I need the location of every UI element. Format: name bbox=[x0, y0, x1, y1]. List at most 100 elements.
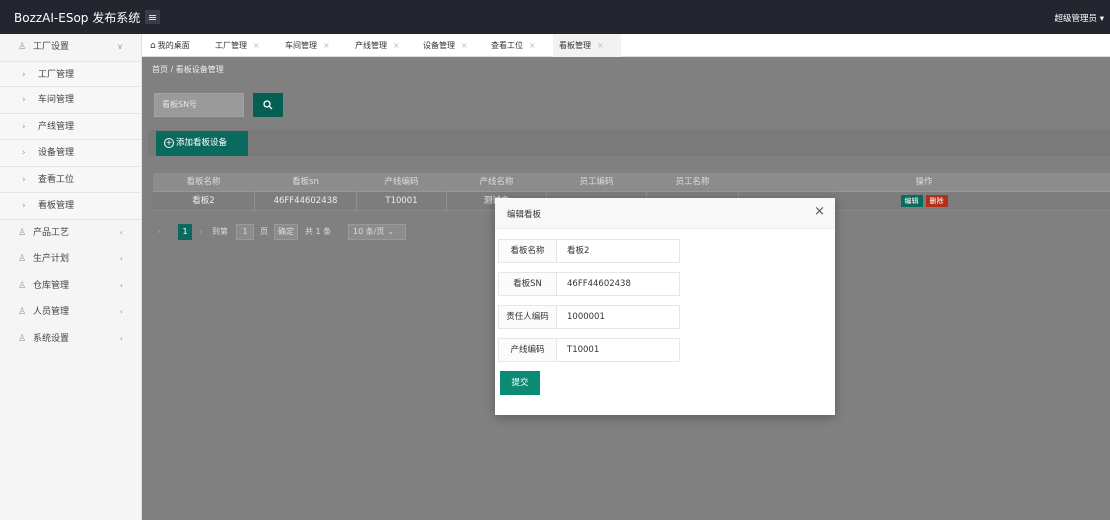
page-current[interactable]: 1 bbox=[178, 224, 192, 240]
line-code-input[interactable]: T10001 bbox=[557, 338, 680, 362]
submit-button[interactable]: 提交 bbox=[500, 371, 540, 395]
tab-workshop[interactable]: 车间管理 × bbox=[279, 34, 336, 57]
tab-station[interactable]: 查看工位 × bbox=[485, 34, 542, 57]
chevron-left-icon: ‹ bbox=[119, 333, 123, 343]
tab-label: 车间管理 bbox=[285, 41, 317, 50]
tab-label: 看板管理 bbox=[559, 41, 591, 50]
chevron-right-icon: › bbox=[22, 121, 26, 132]
sidebar-group-label: 产品工艺 bbox=[33, 227, 70, 238]
chevron-right-icon: › bbox=[22, 174, 26, 185]
sidebar-item-label: 看板管理 bbox=[38, 201, 75, 211]
goto-confirm-button[interactable]: 确定 bbox=[274, 224, 298, 240]
field-label: 看板名称 bbox=[498, 239, 557, 263]
user-icon: ♙ bbox=[18, 42, 27, 52]
chevron-down-icon: ∨ bbox=[117, 42, 123, 51]
table-header: 看板名称 看板sn 产线编码 产线名称 员工编码 员工名称 操作 bbox=[153, 173, 1110, 192]
tab-factory[interactable]: 工厂管理 × bbox=[209, 34, 266, 57]
column-header: 产线名称 bbox=[447, 173, 547, 192]
field-label: 产线编码 bbox=[498, 338, 557, 362]
chevron-down-icon: ⌄ bbox=[387, 227, 395, 236]
sidebar-group-production-plan[interactable]: ♙ 生产计划 ‹ bbox=[0, 246, 141, 273]
user-menu[interactable]: 超级管理员 ▾ bbox=[1055, 12, 1104, 24]
user-icon: ♙ bbox=[18, 227, 27, 238]
tab-bar: ⌂ 我的桌面 工厂管理 × 车间管理 × 产线管理 × 设备管理 × 查看工位 × 看板管理… bbox=[142, 34, 1110, 57]
add-board-button[interactable]: + 添加看板设备 bbox=[156, 131, 248, 156]
search-input[interactable]: 看板SN号 bbox=[154, 93, 244, 117]
close-icon[interactable]: × bbox=[814, 205, 825, 219]
edit-button[interactable]: 编辑 bbox=[900, 195, 923, 207]
sidebar-group-personnel[interactable]: ♙ 人员管理 ‹ bbox=[0, 299, 141, 326]
user-icon: ♙ bbox=[18, 280, 27, 291]
column-header: 产线编码 bbox=[357, 173, 447, 192]
goto-label: 到第 bbox=[212, 227, 228, 236]
page-size-select[interactable]: 10 条/页 ⌄ bbox=[348, 224, 406, 240]
column-header: 看板sn bbox=[255, 173, 357, 192]
sidebar-item-line[interactable]: › 产线管理 bbox=[0, 113, 141, 140]
next-page-icon[interactable]: › bbox=[199, 224, 202, 240]
sidebar-group-label: 人员管理 bbox=[33, 307, 70, 317]
sidebar-item-station[interactable]: › 查看工位 bbox=[0, 166, 141, 193]
owner-code-input[interactable]: 1000001 bbox=[557, 305, 680, 329]
cell-board-name: 看板2 bbox=[153, 192, 255, 211]
toolbar bbox=[148, 130, 1110, 156]
column-header: 员工名称 bbox=[647, 173, 739, 192]
top-bar: BozzAI-ESop 发布系统 超级管理员 ▾ bbox=[0, 0, 1110, 34]
sidebar-item-label: 产线管理 bbox=[38, 121, 75, 132]
delete-button[interactable]: 删除 bbox=[925, 195, 948, 207]
chevron-left-icon: ‹ bbox=[119, 307, 123, 316]
goto-page-input[interactable]: 1 bbox=[236, 224, 254, 240]
tab-label: 我的桌面 bbox=[157, 41, 190, 50]
tab-label: 工厂管理 bbox=[215, 41, 247, 50]
close-icon[interactable]: × bbox=[393, 41, 400, 50]
user-icon: ♙ bbox=[18, 333, 27, 344]
close-icon[interactable]: × bbox=[529, 41, 536, 50]
search-icon bbox=[263, 100, 273, 110]
sidebar-group-label: 工厂设置 bbox=[33, 42, 70, 52]
close-icon[interactable]: × bbox=[323, 41, 330, 50]
breadcrumb: 首页 / 看板设备管理 bbox=[152, 65, 224, 74]
close-icon[interactable]: × bbox=[253, 41, 260, 50]
sidebar-item-factory[interactable]: › 工厂管理 bbox=[0, 60, 141, 87]
close-icon[interactable]: × bbox=[461, 41, 468, 50]
tab-board[interactable]: 看板管理 × bbox=[553, 34, 621, 57]
prev-page-icon[interactable]: ‹ bbox=[158, 224, 161, 240]
tab-line[interactable]: 产线管理 × bbox=[349, 34, 406, 57]
chevron-right-icon: › bbox=[22, 95, 26, 105]
modal-header: 编辑看板 × bbox=[495, 198, 835, 229]
sidebar-group-system[interactable]: ♙ 系统设置 ‹ bbox=[0, 326, 141, 353]
sidebar: ♙ 工厂设置 ∨ › 工厂管理 › 车间管理 › 产线管理 › 设备管理 › 查… bbox=[0, 34, 142, 520]
sidebar-item-label: 查看工位 bbox=[38, 174, 75, 185]
chevron-left-icon: ‹ bbox=[119, 280, 123, 290]
cell-line-code: T10001 bbox=[357, 192, 447, 211]
edit-board-modal: 编辑看板 × 看板名称 看板2 看板SN 46FF44602438 责任人编码 … bbox=[495, 198, 835, 415]
column-header: 操作 bbox=[915, 177, 933, 187]
sidebar-group-label: 仓库管理 bbox=[33, 280, 70, 291]
board-sn-input[interactable]: 46FF44602438 bbox=[557, 272, 680, 296]
sidebar-group-factory-settings[interactable]: ♙ 工厂设置 ∨ bbox=[0, 34, 141, 61]
tab-label: 查看工位 bbox=[491, 41, 523, 50]
tab-home[interactable]: ⌂ 我的桌面 bbox=[144, 34, 196, 57]
sidebar-item-board[interactable]: › 看板管理 bbox=[0, 193, 141, 220]
plus-circle-icon: + bbox=[164, 138, 174, 148]
tab-label: 产线管理 bbox=[355, 41, 387, 50]
form-row-owner-code: 责任人编码 1000001 bbox=[498, 305, 680, 329]
chevron-right-icon: › bbox=[22, 201, 26, 211]
sidebar-group-warehouse[interactable]: ♙ 仓库管理 ‹ bbox=[0, 273, 141, 300]
sidebar-item-workshop[interactable]: › 车间管理 bbox=[0, 87, 141, 114]
tab-device[interactable]: 设备管理 × bbox=[417, 34, 474, 57]
search-button[interactable] bbox=[253, 93, 283, 117]
chevron-left-icon: ‹ bbox=[119, 254, 123, 263]
field-label: 责任人编码 bbox=[498, 305, 557, 329]
close-icon[interactable]: × bbox=[597, 41, 604, 50]
form-row-line-code: 产线编码 T10001 bbox=[498, 338, 680, 362]
page-size-value: 10 条/页 bbox=[353, 227, 385, 236]
app-brand: BozzAI-ESop 发布系统 bbox=[14, 11, 141, 25]
sidebar-item-label: 工厂管理 bbox=[38, 69, 75, 80]
menu-toggle-icon[interactable] bbox=[145, 10, 160, 24]
sidebar-group-product-process[interactable]: ♙ 产品工艺 ‹ bbox=[0, 220, 141, 247]
board-name-input[interactable]: 看板2 bbox=[557, 239, 680, 263]
form-row-board-sn: 看板SN 46FF44602438 bbox=[498, 272, 680, 296]
cell-board-sn: 46FF44602438 bbox=[255, 192, 357, 211]
column-header: 看板名称 bbox=[153, 173, 255, 192]
sidebar-item-device[interactable]: › 设备管理 bbox=[0, 140, 141, 167]
